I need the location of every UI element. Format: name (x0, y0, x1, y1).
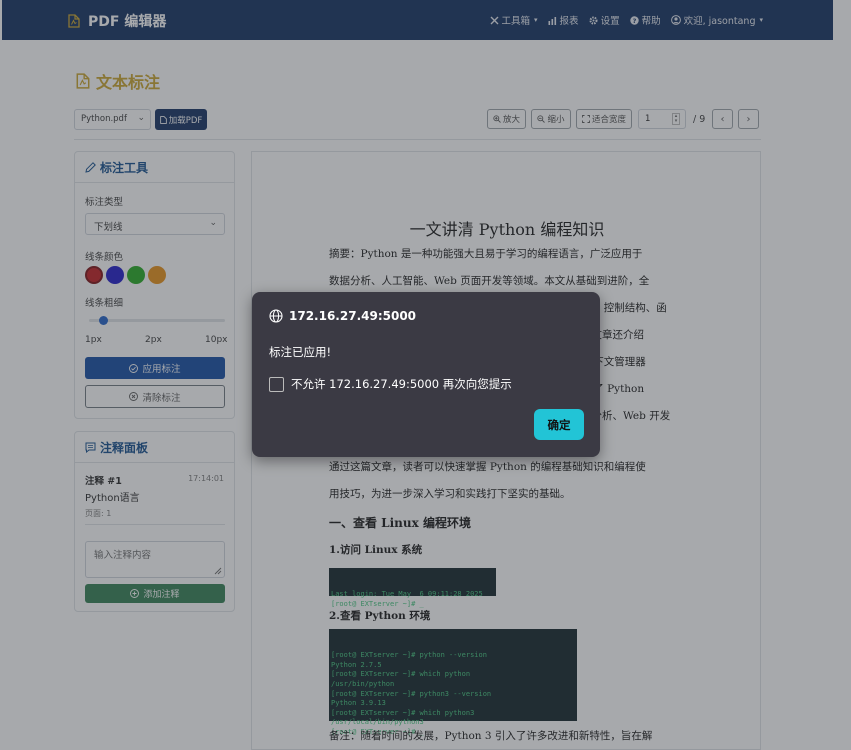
dialog-origin: 172.16.27.49:5000 (269, 309, 416, 323)
checkbox-box[interactable] (269, 376, 284, 392)
suppress-prompts-checkbox[interactable]: 不允许 172.16.27.49:5000 再次向您提示 (269, 376, 512, 392)
suppress-prompts-label: 不允许 172.16.27.49:5000 再次向您提示 (291, 377, 512, 391)
globe-icon (269, 309, 283, 323)
dialog-origin-text: 172.16.27.49:5000 (289, 309, 417, 323)
alert-dialog: 172.16.27.49:5000 标注已应用! 不允许 172.16.27.4… (252, 292, 600, 457)
dialog-message: 标注已应用! (269, 345, 332, 359)
ok-button[interactable]: 确定 (534, 409, 584, 440)
